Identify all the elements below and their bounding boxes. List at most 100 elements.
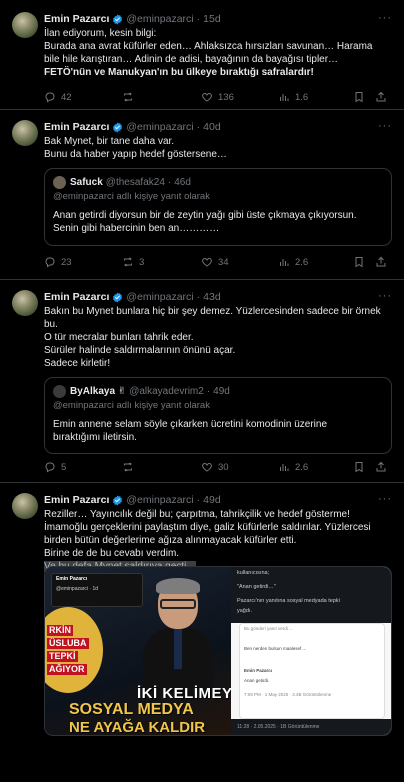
- tweet-actions: 23 3 34 2.6: [44, 255, 392, 269]
- reply-count: 42: [61, 91, 72, 103]
- tweet-actions: 42 136 1.6: [44, 90, 392, 104]
- author-name[interactable]: Emin Pazarcı: [44, 494, 109, 506]
- tweet[interactable]: Emin Pazarcı @eminpazarci · 49d ··· Rezi…: [0, 483, 404, 782]
- quoted-tweet-text: Emin annene selam söyle çıkarken ücretin…: [53, 419, 328, 443]
- quoted-avatar: [53, 175, 66, 189]
- author-handle[interactable]: @eminpazarci: [126, 13, 193, 25]
- bookmark-icon: [355, 257, 363, 268]
- bookmark-icon: [355, 92, 363, 103]
- share-button[interactable]: [375, 256, 392, 268]
- embedded-tweet-card: Emin Pazarcı @eminpazarci · 1d: [51, 573, 143, 607]
- like-count: 30: [218, 461, 229, 473]
- reply-button[interactable]: 42: [44, 91, 72, 103]
- separator-dot: ·: [206, 385, 211, 397]
- views-button[interactable]: 1.6: [278, 91, 308, 103]
- views-count: 2.6: [295, 461, 309, 473]
- tweet-header: Emin Pazarcı @eminpazarci · 15d: [44, 12, 392, 26]
- like-button[interactable]: 30: [201, 461, 229, 473]
- share-button[interactable]: [375, 461, 392, 473]
- share-icon: [376, 91, 386, 102]
- article-text-block: kullanıcısına; "Anan getirdi…" Pazarcı'n…: [231, 567, 391, 623]
- separator-dot: ·: [196, 494, 201, 506]
- avatar[interactable]: [12, 493, 38, 519]
- views-chart-icon: [280, 464, 289, 471]
- quoted-author-name: Safuck: [70, 176, 103, 188]
- reply-count: 5: [61, 461, 67, 473]
- retweet-button[interactable]: 3: [122, 256, 144, 268]
- quoted-author-name: ByAlkaya ✌: [70, 385, 127, 397]
- retweet-icon: [124, 462, 132, 472]
- verified-badge-icon: [113, 291, 123, 303]
- views-chart-icon: [280, 259, 289, 266]
- bookmark-button[interactable]: [353, 461, 370, 473]
- quoted-tweet-header: ByAlkaya ✌ @alkayadevrim2 · 49d: [53, 384, 383, 398]
- author-handle[interactable]: @eminpazarci: [126, 121, 193, 133]
- author-handle[interactable]: @eminpazarci: [126, 494, 193, 506]
- author-name[interactable]: Emin Pazarcı: [44, 13, 109, 25]
- tweet-actions: 5 30 2.6: [44, 460, 392, 474]
- tweet-text: Bak Mynet, bir tane daha var. Bunu da ha…: [44, 136, 227, 160]
- retweet-icon: [124, 257, 132, 267]
- retweet-count: 3: [139, 256, 145, 268]
- more-options-icon[interactable]: ···: [378, 290, 392, 302]
- share-icon: [376, 256, 386, 267]
- views-count: 1.6: [295, 91, 309, 103]
- news-thumbnail: Emin Pazarcı @eminpazarci · 1d RKİN ÜSLU…: [45, 567, 231, 736]
- tweet[interactable]: Emin Pazarcı @eminpazarci · 15d ··· İlan…: [0, 0, 404, 110]
- like-count: 136: [218, 91, 234, 103]
- quoted-tweet[interactable]: ByAlkaya ✌ @alkayadevrim2 · 49d @eminpaz…: [44, 377, 392, 454]
- author-name[interactable]: Emin Pazarcı: [44, 291, 109, 303]
- avatar[interactable]: [12, 120, 38, 146]
- author-name[interactable]: Emin Pazarcı: [44, 121, 109, 133]
- tweet-time[interactable]: 43d: [203, 291, 221, 303]
- share-button[interactable]: [375, 91, 392, 103]
- views-button[interactable]: 2.6: [278, 461, 308, 473]
- tweet-header: Emin Pazarcı @eminpazarci · 40d: [44, 120, 392, 134]
- tweet-time[interactable]: 40d: [203, 121, 221, 133]
- tweet[interactable]: Emin Pazarcı @eminpazarci · 43d ··· Bakı…: [0, 280, 404, 483]
- headline-banner: NE AYAĞA KALDIR: [69, 719, 206, 736]
- retweet-button[interactable]: [122, 91, 139, 103]
- bookmark-button[interactable]: [353, 256, 370, 268]
- tweet-text: İlan ediyorum, kesin bilgi: Burada ana a…: [44, 28, 373, 78]
- tweet-media-image[interactable]: Emin Pazarcı @eminpazarci · 1d RKİN ÜSLU…: [44, 566, 392, 736]
- retweet-button[interactable]: [122, 461, 139, 473]
- reply-icon: [45, 462, 55, 473]
- views-count: 2.6: [295, 256, 309, 268]
- heart-icon: [202, 462, 212, 472]
- avatar[interactable]: [12, 12, 38, 38]
- headline-banner: İKİ KELİMEY: [137, 685, 231, 702]
- quoted-tweet-header: Safuck @thesafak24 · 46d: [53, 175, 383, 189]
- reply-count: 23: [61, 256, 72, 268]
- views-button[interactable]: 2.6: [278, 256, 308, 268]
- retweet-icon: [124, 92, 132, 102]
- avatar[interactable]: [12, 290, 38, 316]
- bookmark-icon: [355, 462, 363, 473]
- reply-button[interactable]: 23: [44, 256, 72, 268]
- quoted-author-handle: @thesafak24: [105, 176, 165, 188]
- like-button[interactable]: 136: [201, 91, 234, 103]
- like-button[interactable]: 34: [201, 256, 229, 268]
- share-icon: [376, 461, 386, 472]
- tweet-time[interactable]: 49d: [203, 494, 221, 506]
- reply-icon: [45, 92, 55, 103]
- reply-icon: [45, 257, 55, 268]
- author-handle[interactable]: @eminpazarci: [126, 291, 193, 303]
- more-options-icon[interactable]: ···: [378, 12, 392, 24]
- heart-icon: [202, 257, 212, 267]
- replying-to-label: @eminpazarci adlı kişiye yanıt olarak: [53, 191, 210, 202]
- reply-button[interactable]: 5: [44, 461, 66, 473]
- heart-icon: [202, 92, 212, 102]
- replying-to-label: @eminpazarci adlı kişiye yanıt olarak: [53, 400, 210, 411]
- tweet-text: Reziller… Yayıncılık değil bu; çarpıtma,…: [44, 508, 392, 573]
- more-options-icon[interactable]: ···: [378, 120, 392, 132]
- bookmark-button[interactable]: [353, 91, 370, 103]
- headline-banner: SOSYAL MEDYA: [69, 701, 194, 718]
- quoted-tweet[interactable]: Safuck @thesafak24 · 46d @eminpazarci ad…: [44, 168, 392, 246]
- more-options-icon[interactable]: ···: [378, 493, 392, 505]
- tweet-time[interactable]: 15d: [203, 13, 221, 25]
- tweet[interactable]: Emin Pazarcı @eminpazarci · 40d ··· Bak …: [0, 110, 404, 280]
- tweet-text: Bakın bu Mynet bunlara hiç bir şey demez…: [44, 306, 381, 369]
- verified-badge-icon: [113, 13, 123, 25]
- quoted-tweet-time: 46d: [174, 176, 191, 188]
